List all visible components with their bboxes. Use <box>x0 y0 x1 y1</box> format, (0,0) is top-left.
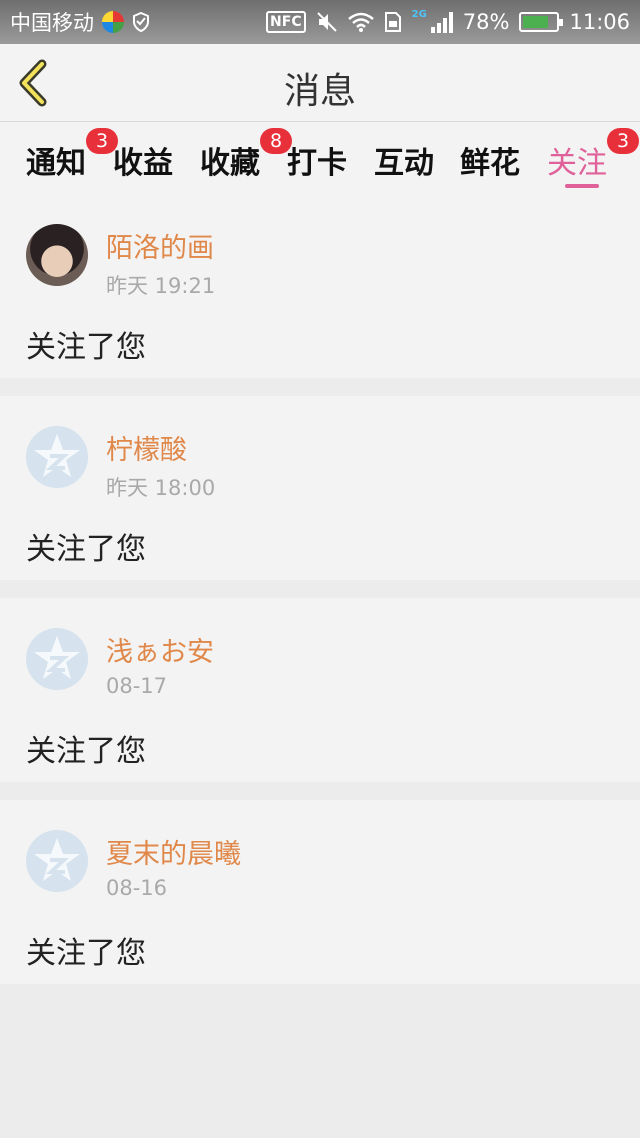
tab-label: 鲜花 <box>460 146 520 181</box>
user-name[interactable]: 柠檬酸 <box>106 428 187 467</box>
tab-label: 通知 <box>26 146 86 181</box>
tab-label: 关注 <box>547 146 607 181</box>
tab-label: 收益 <box>113 146 173 181</box>
user-name[interactable]: 浅ぁお安 <box>106 630 214 669</box>
message-text: 关注了您 <box>26 936 146 971</box>
carrier-logo-icon <box>102 11 124 33</box>
tab-follows[interactable]: 关注 3 <box>547 128 639 194</box>
avatar[interactable] <box>26 224 88 286</box>
list-item[interactable]: 陌洛的画 昨天 19:21 关注了您 <box>0 194 640 378</box>
header: 消息 <box>0 44 640 122</box>
network-type: 2G <box>411 8 427 20</box>
battery-icon <box>519 12 564 32</box>
clock: 11:06 <box>569 10 630 34</box>
timestamp: 昨天 18:00 <box>106 476 216 500</box>
mute-icon <box>316 11 338 33</box>
message-text: 关注了您 <box>26 734 146 769</box>
active-tab-indicator <box>565 184 599 188</box>
tab-label: 互动 <box>374 146 434 181</box>
default-star-avatar-icon[interactable] <box>26 426 88 488</box>
wifi-icon <box>347 12 374 32</box>
user-name[interactable]: 陌洛的画 <box>106 226 214 265</box>
tab-checkin[interactable]: 打卡 <box>287 138 347 194</box>
tab-label: 收藏 <box>200 146 260 181</box>
follow-list: 陌洛的画 昨天 19:21 关注了您 柠檬酸 昨天 18:00 关注了您 浅ぁお… <box>0 194 640 1002</box>
battery-percent: 78% <box>462 10 510 34</box>
carrier-name: 中国移动 <box>10 11 94 35</box>
list-item[interactable]: 浅ぁお安 08-17 关注了您 <box>0 598 640 782</box>
page-title: 消息 <box>283 71 356 112</box>
tab-notifications[interactable]: 通知 3 <box>26 128 118 194</box>
timestamp: 08-17 <box>106 674 168 698</box>
default-star-avatar-icon[interactable] <box>26 830 88 892</box>
tab-favorites[interactable]: 收藏 8 <box>200 128 292 194</box>
status-bar: 中国移动 NFC 2G 78% 11:06 <box>0 0 640 44</box>
battery-fill <box>523 16 549 28</box>
shield-icon <box>132 12 150 32</box>
unread-badge: 3 <box>607 128 639 154</box>
tab-earnings[interactable]: 收益 <box>113 138 173 194</box>
tab-interactions[interactable]: 互动 <box>374 138 434 194</box>
signal-icon <box>430 11 453 33</box>
tab-flowers[interactable]: 鲜花 <box>460 138 520 194</box>
user-name[interactable]: 夏末的晨曦 <box>106 832 241 871</box>
list-item[interactable]: 柠檬酸 昨天 18:00 关注了您 <box>0 396 640 580</box>
message-text: 关注了您 <box>26 532 146 567</box>
nfc-icon: NFC <box>266 11 306 33</box>
timestamp: 昨天 19:21 <box>106 274 216 298</box>
timestamp: 08-16 <box>106 876 168 900</box>
tab-bar: 通知 3 收益 收藏 8 打卡 互动 鲜花 关注 3 <box>0 122 640 194</box>
message-text: 关注了您 <box>26 330 146 365</box>
sim-icon <box>384 11 402 33</box>
tab-label: 打卡 <box>287 146 347 181</box>
default-star-avatar-icon[interactable] <box>26 628 88 690</box>
list-item[interactable]: 夏末的晨曦 08-16 关注了您 <box>0 800 640 984</box>
